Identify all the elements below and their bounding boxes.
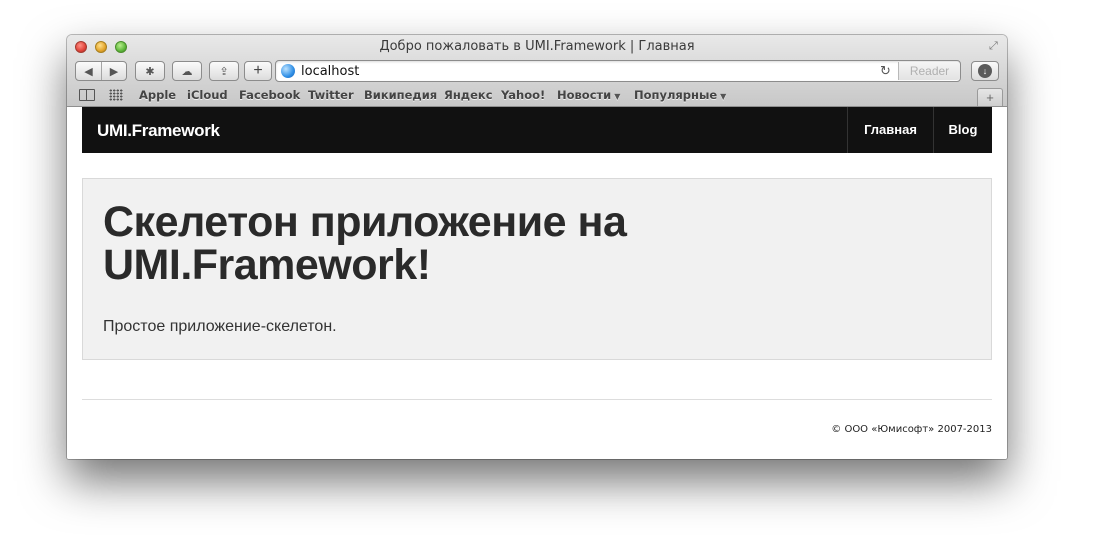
caret-down-icon: ▼ [720, 92, 727, 101]
bookmark-facebook[interactable]: Facebook [239, 88, 300, 102]
download-icon: ↓ [978, 64, 992, 78]
hero-text: Простое приложение-скелетон. [103, 318, 337, 335]
reading-list-icon[interactable] [79, 89, 95, 101]
reload-icon[interactable]: ↻ [880, 63, 891, 79]
forward-arrow-icon: ▶ [109, 65, 119, 78]
bookmark-icloud[interactable]: iCloud [187, 88, 228, 102]
share-icon: ⇪ [219, 65, 229, 78]
bookmark-folder-popular[interactable]: Популярные ▼ [634, 88, 726, 102]
bookmark-yandex[interactable]: Яндекс [444, 88, 493, 102]
footer-divider [82, 399, 992, 400]
bookmarks-bar: Apple iCloud Facebook Twitter Википедия … [67, 86, 1007, 106]
window-title: Добро пожаловать в UMI.Framework | Главн… [379, 39, 695, 54]
back-arrow-icon: ◀ [84, 65, 93, 78]
plus-icon: + [253, 62, 263, 79]
browser-window: Добро пожаловать в UMI.Framework | Главн… [67, 35, 1007, 459]
url-text[interactable]: localhost [301, 64, 359, 79]
footer-copyright: © ООО «Юмисофт» 2007-2013 [831, 424, 992, 435]
add-bookmark-button[interactable]: + [244, 61, 272, 81]
bookmark-wikipedia[interactable]: Википедия [364, 88, 437, 102]
new-tab-button[interactable]: + [977, 88, 1003, 106]
bug-icon: ✱ [145, 65, 155, 78]
browser-toolbar: Добро пожаловать в UMI.Framework | Главн… [67, 35, 1007, 107]
bookmark-apple[interactable]: Apple [139, 88, 176, 102]
hero-jumbotron: Скелетон приложение на UMI.Framework! Пр… [82, 178, 992, 360]
icloud-tabs-button[interactable]: ☁ [172, 61, 202, 81]
bookmark-folder-popular-label: Популярные [634, 88, 718, 102]
globe-icon [281, 64, 295, 78]
bookmark-folder-news[interactable]: Новости ▼ [557, 88, 620, 102]
title-bar: Добро пожаловать в UMI.Framework | Главн… [67, 35, 1007, 57]
bookmark-folder-news-label: Новости [557, 88, 612, 102]
reader-button[interactable]: Reader [898, 62, 960, 80]
page-content: UMI.Framework Главная Blog Скелетон прил… [67, 107, 1007, 459]
plus-icon: + [986, 90, 994, 105]
nav-link-home[interactable]: Главная [847, 107, 933, 153]
bookmark-twitter[interactable]: Twitter [308, 88, 354, 102]
caret-down-icon: ▼ [614, 92, 621, 101]
hero-title: Скелетон приложение на UMI.Framework! [103, 198, 627, 289]
bookmark-yahoo[interactable]: Yahoo! [501, 88, 545, 102]
extensions-button[interactable]: ✱ [135, 61, 165, 81]
back-forward-buttons: ◀ ▶ [75, 61, 127, 81]
site-navbar: UMI.Framework Главная Blog [82, 107, 992, 153]
cloud-icon: ☁ [181, 65, 193, 78]
address-bar[interactable]: localhost ↻ Reader [275, 60, 961, 82]
top-sites-icon[interactable] [109, 89, 123, 101]
back-button[interactable]: ◀ [76, 62, 101, 80]
share-button[interactable]: ⇪ [209, 61, 239, 81]
downloads-button[interactable]: ↓ [971, 61, 999, 81]
fullscreen-icon[interactable]: ⤢ [989, 40, 1001, 52]
site-brand-link[interactable]: UMI.Framework [97, 121, 220, 141]
nav-link-blog[interactable]: Blog [933, 107, 992, 153]
forward-button[interactable]: ▶ [100, 62, 126, 80]
